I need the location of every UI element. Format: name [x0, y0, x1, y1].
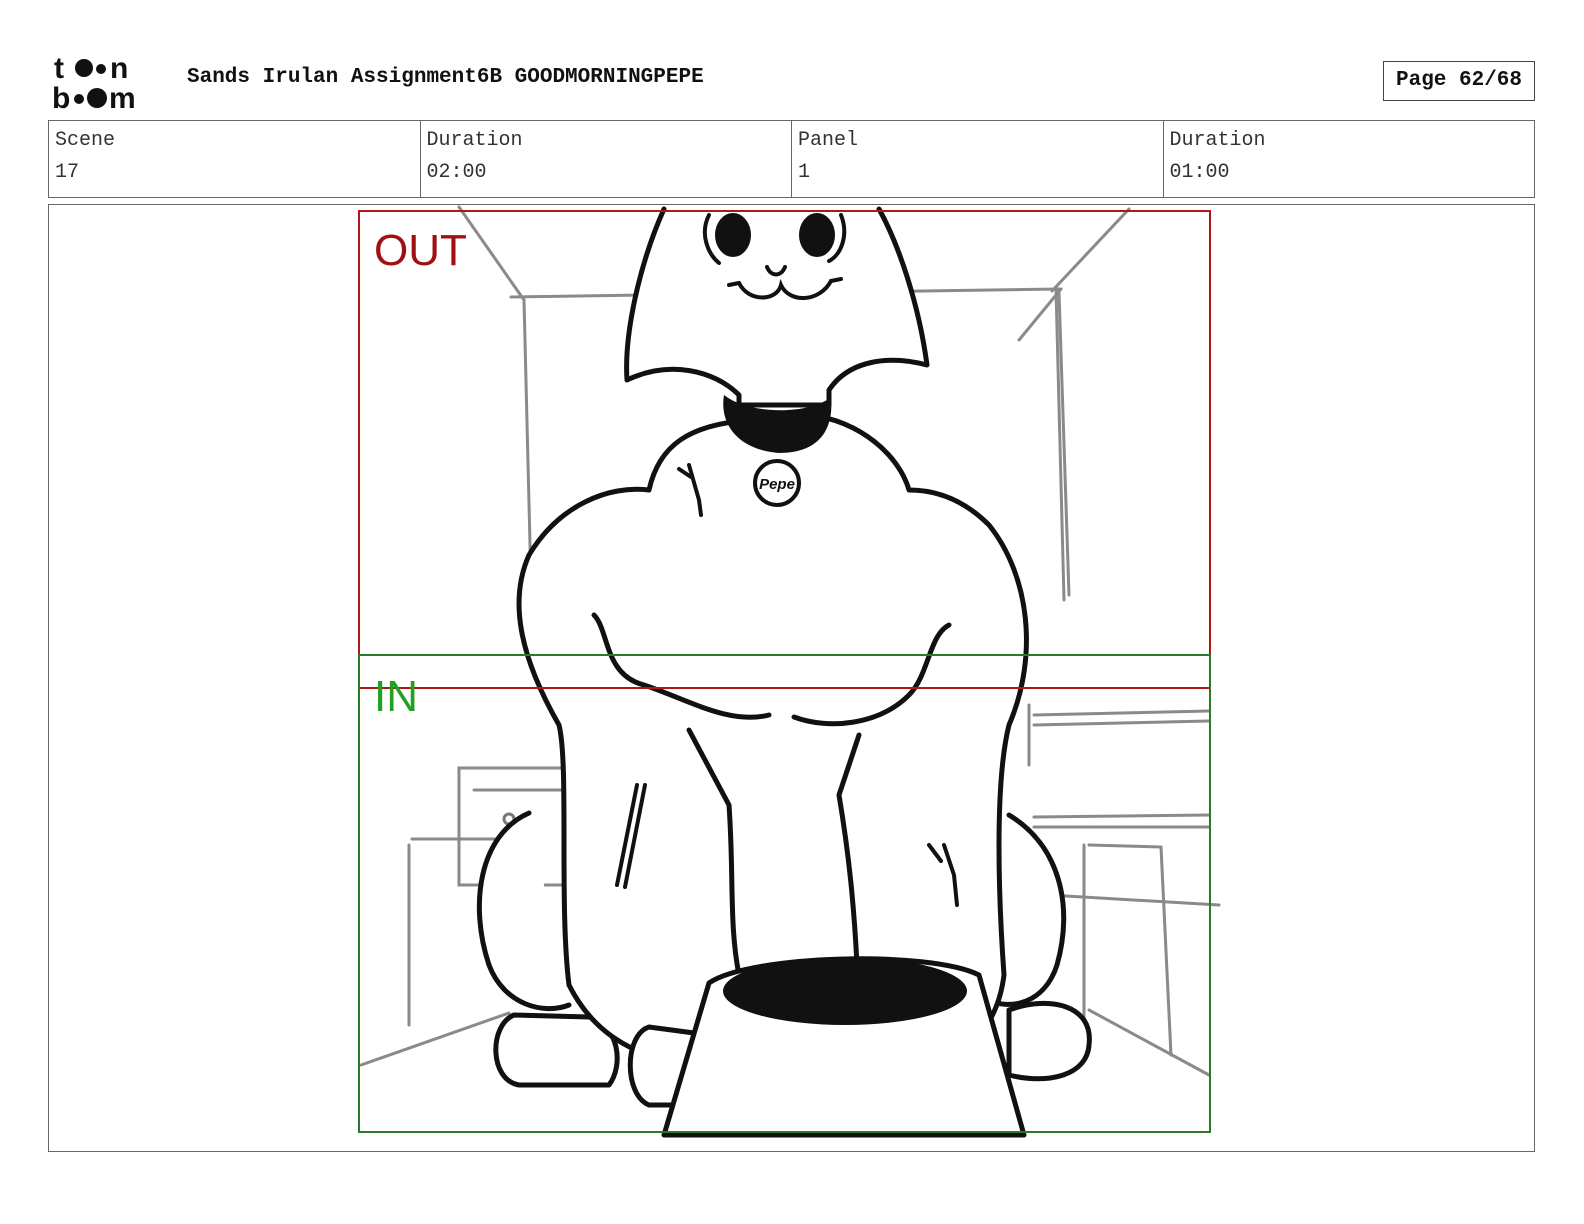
svg-text:n: n: [110, 52, 128, 85]
scene-duration-value: 02:00: [426, 161, 487, 184]
page-indicator: Page 62/68: [1383, 61, 1535, 101]
scene-cell: Scene 17: [49, 121, 421, 197]
scene-value: 17: [55, 161, 80, 184]
storyboard-panel: Pepe OUT IN: [48, 204, 1535, 1152]
panel-cell: Panel 1: [792, 121, 1164, 197]
panel-drawing: Pepe: [358, 205, 1221, 1138]
out-frame-label: OUT: [374, 226, 467, 275]
svg-text:b: b: [52, 82, 70, 114]
panel-duration-cell: Duration 01:00: [1164, 121, 1535, 197]
scene-info-table: Scene 17 Duration 02:00 Panel 1 Duration…: [48, 120, 1535, 198]
panel-duration-label: Duration: [1169, 129, 1266, 152]
document-title: Sands Irulan Assignment6B GOODMORNINGPEP…: [187, 66, 704, 89]
svg-text:m: m: [109, 82, 136, 114]
panel-value: 1: [798, 161, 811, 184]
scene-duration-label: Duration: [426, 129, 523, 152]
in-frame-label: IN: [374, 672, 418, 721]
collar-tag-text: Pepe: [759, 476, 795, 493]
svg-text:t: t: [54, 52, 64, 85]
toon-boom-logo: t n b m: [52, 52, 136, 114]
panel-duration-value: 01:00: [1169, 161, 1230, 184]
scene-duration-cell: Duration 02:00: [421, 121, 792, 197]
scene-label: Scene: [55, 129, 116, 152]
panel-label: Panel: [798, 129, 859, 152]
